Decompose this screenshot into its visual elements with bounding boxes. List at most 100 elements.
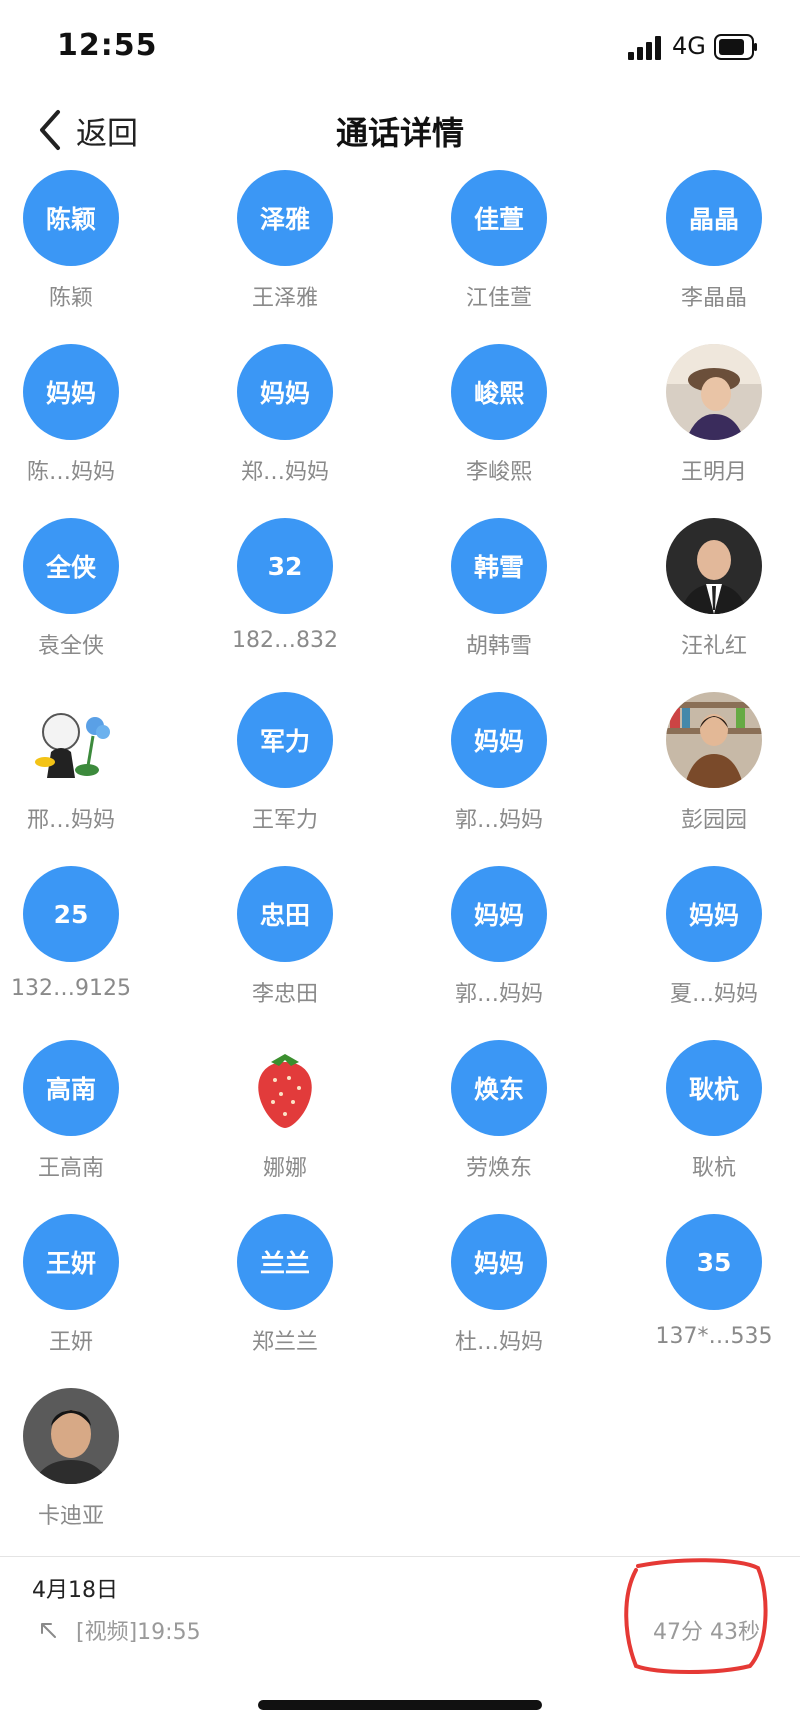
participant-name: 娜娜 [262,1156,307,1181]
participant-name: 王泽雅 [251,286,318,311]
participant-name: 郑…妈妈 [240,460,329,485]
call-record[interactable]: [视频]19:55 [38,1614,201,1646]
participant-item[interactable]: 娜娜 [178,1038,392,1212]
avatar: 军力 [237,692,333,788]
avatar: 忠田 [237,866,333,962]
participant-name: 耿杭 [691,1156,736,1181]
participant-name: 杜…妈妈 [454,1330,543,1355]
participant-name: 王高南 [37,1156,104,1181]
avatar: 妈妈 [237,344,333,440]
page-title: 通话详情 [335,114,464,152]
participant-item[interactable]: 全侠 袁全侠 [0,516,178,690]
participant-name: 李忠田 [251,982,318,1007]
participant-item[interactable]: 王明月 [607,342,800,516]
participant-item[interactable]: 妈妈夏…妈妈 [607,864,800,1038]
participant-item[interactable]: 军力 王军力 [178,690,392,864]
man-suit-photo [666,518,762,614]
avatar: 兰兰 [237,1214,333,1310]
man-portrait-photo [23,1388,119,1484]
participant-name: 夏…妈妈 [669,982,758,1007]
participant-item[interactable]: 32 182…832 [178,516,392,690]
avatar: 妈妈 [666,866,762,962]
participant-item[interactable]: 王妍 王妍 [0,1212,178,1386]
home-indicator [258,1700,542,1710]
participant-name: 袁全侠 [37,634,104,659]
participant-name: 汪礼红 [680,634,747,659]
avatar: 陈颖 [23,170,119,266]
avatar: 焕东 [451,1040,547,1136]
participant-name: 彭园园 [680,808,747,833]
participant-name: 王明月 [680,460,747,485]
avatar: 妈妈 [451,1214,547,1310]
participant-name: 劳焕东 [465,1156,532,1181]
participant-item[interactable]: 妈妈郭…妈妈 [392,690,606,864]
avatar: 王妍 [23,1214,119,1310]
participant-name: 王军力 [251,808,318,833]
participant-item[interactable]: 泽雅 王泽雅 [178,168,392,342]
participant-name: 卡迪亚 [37,1504,104,1529]
participant-name: 邢…妈妈 [26,808,115,833]
red-circle-annotation [624,1558,768,1674]
participant-item[interactable]: 妈妈杜…妈妈 [392,1212,606,1386]
participant-item[interactable]: 陈颖 陈颖 [0,168,178,342]
avatar: 全侠 [23,518,119,614]
participant-item[interactable]: 韩雪 胡韩雪 [392,516,606,690]
participant-item[interactable]: 焕东 劳焕东 [392,1038,606,1212]
participant-name: 陈…妈妈 [26,460,115,485]
participant-item[interactable]: 耿杭 耿杭 [607,1038,800,1212]
participant-name: 132…9125 [11,976,131,1001]
avatar: 32 [237,518,333,614]
avatar: 晶晶 [666,170,762,266]
participant-name: 江佳萱 [465,286,532,311]
avatar: 35 [666,1214,762,1310]
participant-name: 郭…妈妈 [454,808,543,833]
avatar: 25 [23,866,119,962]
outgoing-arrow-icon [41,1623,56,1638]
avatar: 妈妈 [23,344,119,440]
avatar: 妈妈 [451,692,547,788]
woman-cap-photo [666,344,762,440]
participant-item[interactable]: 35 137*…535 [607,1212,800,1386]
call-date: 4月18日 [32,1578,118,1603]
participant-item[interactable]: 峻熙 李峻熙 [392,342,606,516]
participant-item[interactable]: 邢…妈妈 [0,690,178,864]
participant-item[interactable]: 高南 王高南 [0,1038,178,1212]
avatar: 高南 [23,1040,119,1136]
participant-name: 郑兰兰 [251,1330,318,1355]
participant-name: 李峻熙 [465,460,532,485]
avatar: 妈妈 [451,866,547,962]
participant-item[interactable]: 妈妈陈…妈妈 [0,342,178,516]
participant-item[interactable]: 妈妈郭…妈妈 [392,864,606,1038]
participant-name: 郭…妈妈 [454,982,543,1007]
participant-item[interactable]: 25 132…9125 [0,864,178,1038]
participant-name: 陈颖 [48,286,93,311]
participant-item[interactable]: 卡迪亚 [0,1386,178,1560]
woman-library-photo [666,692,762,788]
participant-name: 李晶晶 [680,286,747,311]
nav-bar: 返回 通话详情 [0,90,800,170]
avatar: 泽雅 [237,170,333,266]
network-label: 4G [672,32,706,60]
avatar: 耿杭 [666,1040,762,1136]
participant-item[interactable]: 忠田 李忠田 [178,864,392,1038]
participant-name: 胡韩雪 [465,634,532,659]
cartoon-girl-flower-photo [23,692,119,788]
battery-icon [714,34,757,60]
participant-item[interactable]: 彭园园 [607,690,800,864]
signal-icon [628,36,661,60]
strawberry-photo [237,1040,333,1136]
participant-item[interactable]: 晶晶 李晶晶 [607,168,800,342]
avatar: 佳萱 [451,170,547,266]
participant-item[interactable]: 兰兰 郑兰兰 [178,1212,392,1386]
participant-item[interactable]: 妈妈郑…妈妈 [178,342,392,516]
avatar: 韩雪 [451,518,547,614]
participant-name: 137*…535 [655,1324,773,1349]
avatar: 峻熙 [451,344,547,440]
status-time: 12:55 [57,28,158,63]
participant-item[interactable]: 汪礼红 [607,516,800,690]
status-bar: 12:55 4G [0,0,800,90]
participant-item[interactable]: 佳萱 江佳萱 [392,168,606,342]
participant-name: 182…832 [232,628,338,653]
participant-name: 王妍 [48,1330,93,1355]
call-type-time: [视频]19:55 [76,1620,201,1645]
